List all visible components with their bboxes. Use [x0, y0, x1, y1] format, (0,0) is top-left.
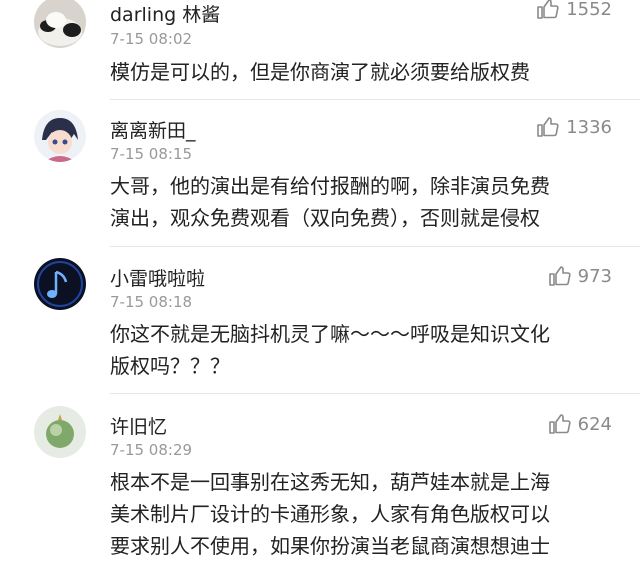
thumbs-up-icon — [548, 414, 571, 434]
comment-timestamp: 7-15 08:29 — [110, 441, 193, 459]
comment-timestamp: 7-15 08:02 — [110, 30, 193, 48]
comment-list: darling 林酱 7-15 08:02 1552 模仿是可以的，但是你商演了… — [0, 0, 640, 558]
thumbs-up-icon — [548, 266, 571, 286]
music-note-avatar[interactable] — [34, 258, 86, 310]
like-button[interactable]: 624 — [548, 411, 612, 437]
thumbs-up-icon — [537, 0, 559, 19]
comment-timestamp: 7-15 08:18 — [110, 293, 193, 311]
comment-username[interactable]: 小雷哦啦啦 — [110, 264, 205, 291]
like-count: 973 — [577, 265, 612, 287]
comment-username[interactable]: 离离新田_ — [110, 116, 196, 143]
comment-text: 大哥，他的演出是有给付报酬的啊，除非演员免费 演出，观众免费观看（双向免费），否… — [110, 174, 550, 230]
comment-text: 你这不就是无脑抖机灵了嘛～～～呼吸是知识文化 版权吗？？？ — [110, 322, 550, 378]
like-count: 1552 — [566, 0, 612, 20]
like-count: 1336 — [566, 116, 612, 138]
comment-username[interactable]: darling 林酱 — [110, 0, 220, 27]
thumbs-up-icon — [537, 117, 559, 137]
comment-username[interactable]: 许旧忆 — [110, 412, 167, 439]
panda-avatar[interactable] — [34, 0, 86, 48]
comment-timestamp: 7-15 08:15 — [110, 145, 193, 163]
like-button[interactable]: 1552 — [536, 0, 612, 22]
like-button[interactable]: 1336 — [536, 114, 612, 140]
comment-text: 根本不是一回事别在这秀无知，葫芦娃本就是上海 美术制片厂设计的卡通形象，人家有角… — [110, 470, 550, 558]
like-count: 624 — [577, 413, 612, 435]
divider — [110, 393, 640, 394]
comment-text: 模仿是可以的，但是你商演了就必须要给版权费 — [110, 60, 530, 84]
anime-boy-avatar[interactable] — [34, 110, 86, 162]
divider — [110, 99, 640, 100]
globe-avatar[interactable] — [34, 406, 86, 458]
divider — [110, 246, 640, 247]
like-button[interactable]: 973 — [548, 263, 612, 289]
